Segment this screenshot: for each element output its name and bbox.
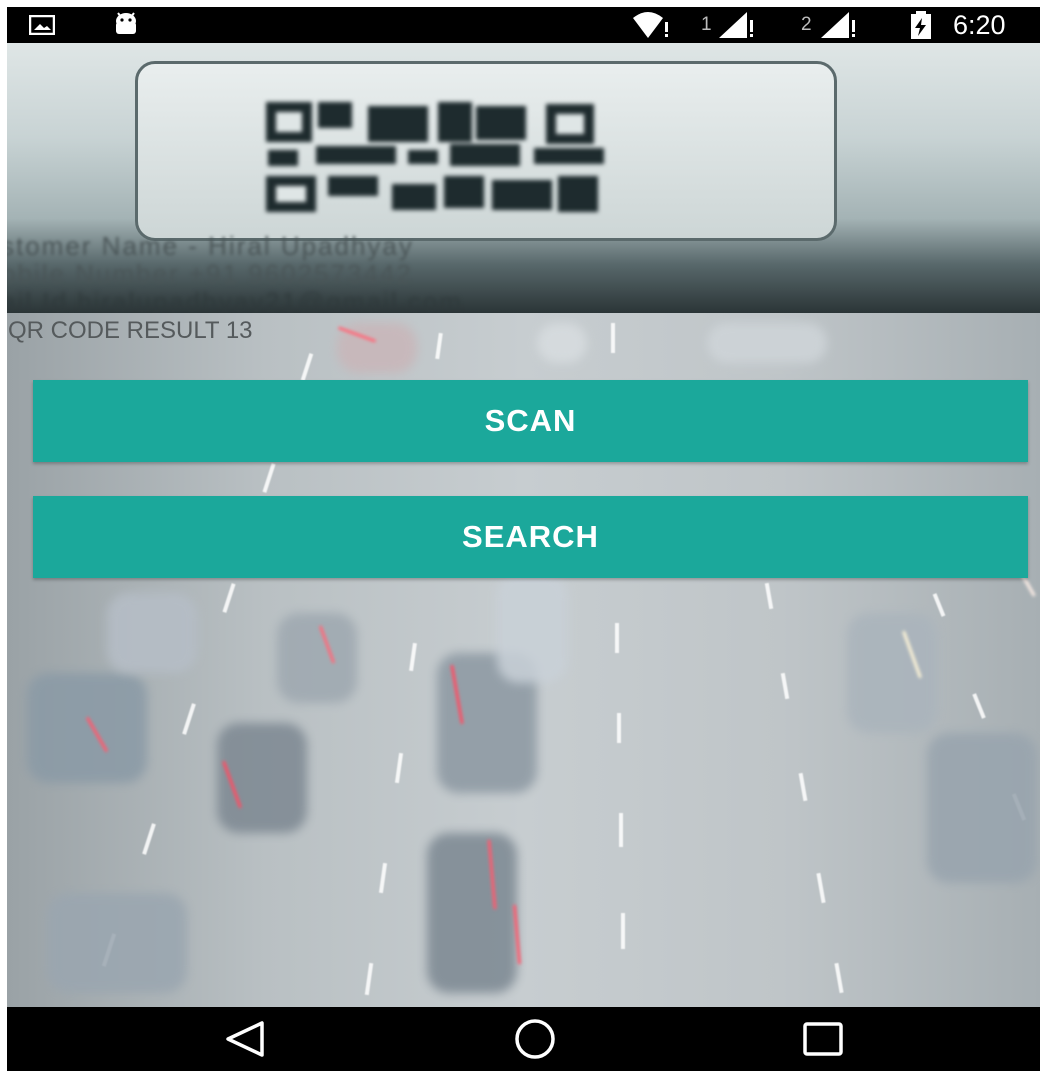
android-debug-icon xyxy=(111,7,141,43)
home-icon[interactable] xyxy=(505,1015,565,1063)
scan-button[interactable]: SCAN xyxy=(33,380,1028,462)
signal-icon xyxy=(819,7,859,43)
qr-code-image xyxy=(135,61,837,241)
qr-result-text: QR CODE RESULT 13 xyxy=(8,317,253,344)
status-bar: 1 2 6:20 xyxy=(7,7,1040,43)
camera-preview: stomer Name - Hiral Upadhyay obile Numbe… xyxy=(7,43,1040,313)
search-button[interactable]: SEARCH xyxy=(33,496,1028,578)
signal-icon xyxy=(717,7,757,43)
sim2-label: 2 xyxy=(801,14,812,35)
image-notification-icon xyxy=(29,7,55,43)
wifi-icon xyxy=(631,7,671,43)
back-icon[interactable] xyxy=(215,1015,275,1063)
navigation-bar xyxy=(7,1007,1040,1071)
clock: 6:20 xyxy=(953,9,1006,40)
battery-charging-icon xyxy=(909,7,933,43)
sim1-label: 1 xyxy=(701,14,712,35)
recents-icon[interactable] xyxy=(793,1015,853,1063)
